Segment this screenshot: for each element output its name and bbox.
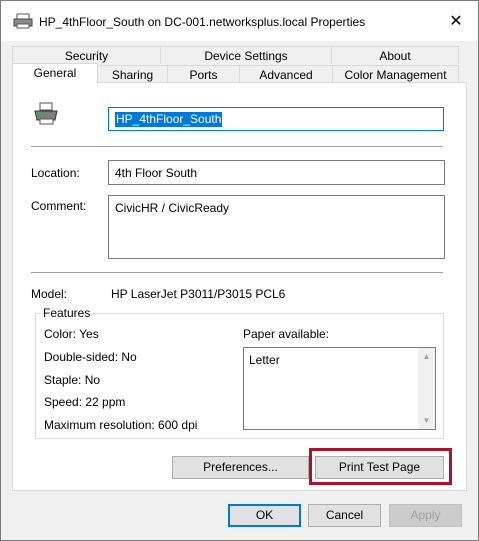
tab-device-settings[interactable]: Device Settings [160, 46, 332, 64]
model-label: Model: [31, 287, 68, 301]
cancel-button[interactable]: Cancel [308, 504, 381, 527]
location-label: Location: [31, 166, 80, 180]
tab-ports[interactable]: Ports [167, 65, 240, 83]
location-value: 4th Floor South [115, 166, 198, 180]
feature-speed: Speed: 22 ppm [44, 395, 126, 409]
feature-max-resolution: Maximum resolution: 600 dpi [44, 418, 198, 432]
tab-color-management[interactable]: Color Management [332, 65, 459, 83]
divider [31, 272, 443, 273]
scroll-up-icon[interactable]: ▲ [418, 348, 435, 365]
title-bar[interactable]: HP_4thFloor_South on DC-001.networksplus… [1, 1, 478, 41]
paper-scrollbar[interactable]: ▲ ▼ [418, 348, 435, 429]
printer-name-selected-text: HP_4thFloor_South [115, 112, 223, 127]
features-legend: Features [40, 306, 94, 320]
tab-security[interactable]: Security [12, 46, 161, 64]
window-title: HP_4thFloor_South on DC-001.networksplus… [39, 15, 366, 29]
printer-name-input[interactable]: HP_4thFloor_South [108, 107, 444, 131]
apply-button[interactable]: Apply [389, 504, 462, 527]
scroll-down-icon[interactable]: ▼ [418, 412, 435, 429]
print-test-page-button[interactable]: Print Test Page [315, 456, 444, 479]
preferences-button[interactable]: Preferences... [172, 456, 309, 479]
tab-sharing[interactable]: Sharing [97, 65, 168, 83]
paper-available-label: Paper available: [243, 327, 330, 341]
model-value: HP LaserJet P3011/P3015 PCL6 [111, 287, 286, 301]
properties-window: HP_4thFloor_South on DC-001.networksplus… [0, 0, 479, 541]
tab-about[interactable]: About [331, 46, 459, 64]
close-icon: ✕ [449, 13, 463, 30]
feature-double-sided: Double-sided: No [44, 350, 137, 364]
close-button[interactable]: ✕ [434, 1, 478, 41]
location-input[interactable]: 4th Floor South [108, 160, 445, 185]
tab-general[interactable]: General [12, 63, 98, 84]
feature-staple: Staple: No [44, 373, 101, 387]
divider [31, 146, 443, 147]
tab-advanced[interactable]: Advanced [239, 65, 333, 83]
comment-label: Comment: [31, 199, 87, 213]
feature-color: Color: Yes [44, 327, 99, 341]
ok-button[interactable]: OK [228, 504, 301, 527]
comment-value: CivicHR / CivicReady [115, 201, 230, 215]
paper-list-item[interactable]: Letter [249, 353, 280, 367]
printer-icon [13, 13, 33, 29]
paper-listbox[interactable]: Letter ▲ ▼ [243, 347, 436, 430]
comment-textarea[interactable]: CivicHR / CivicReady [108, 195, 445, 259]
printer-large-icon [34, 102, 58, 125]
